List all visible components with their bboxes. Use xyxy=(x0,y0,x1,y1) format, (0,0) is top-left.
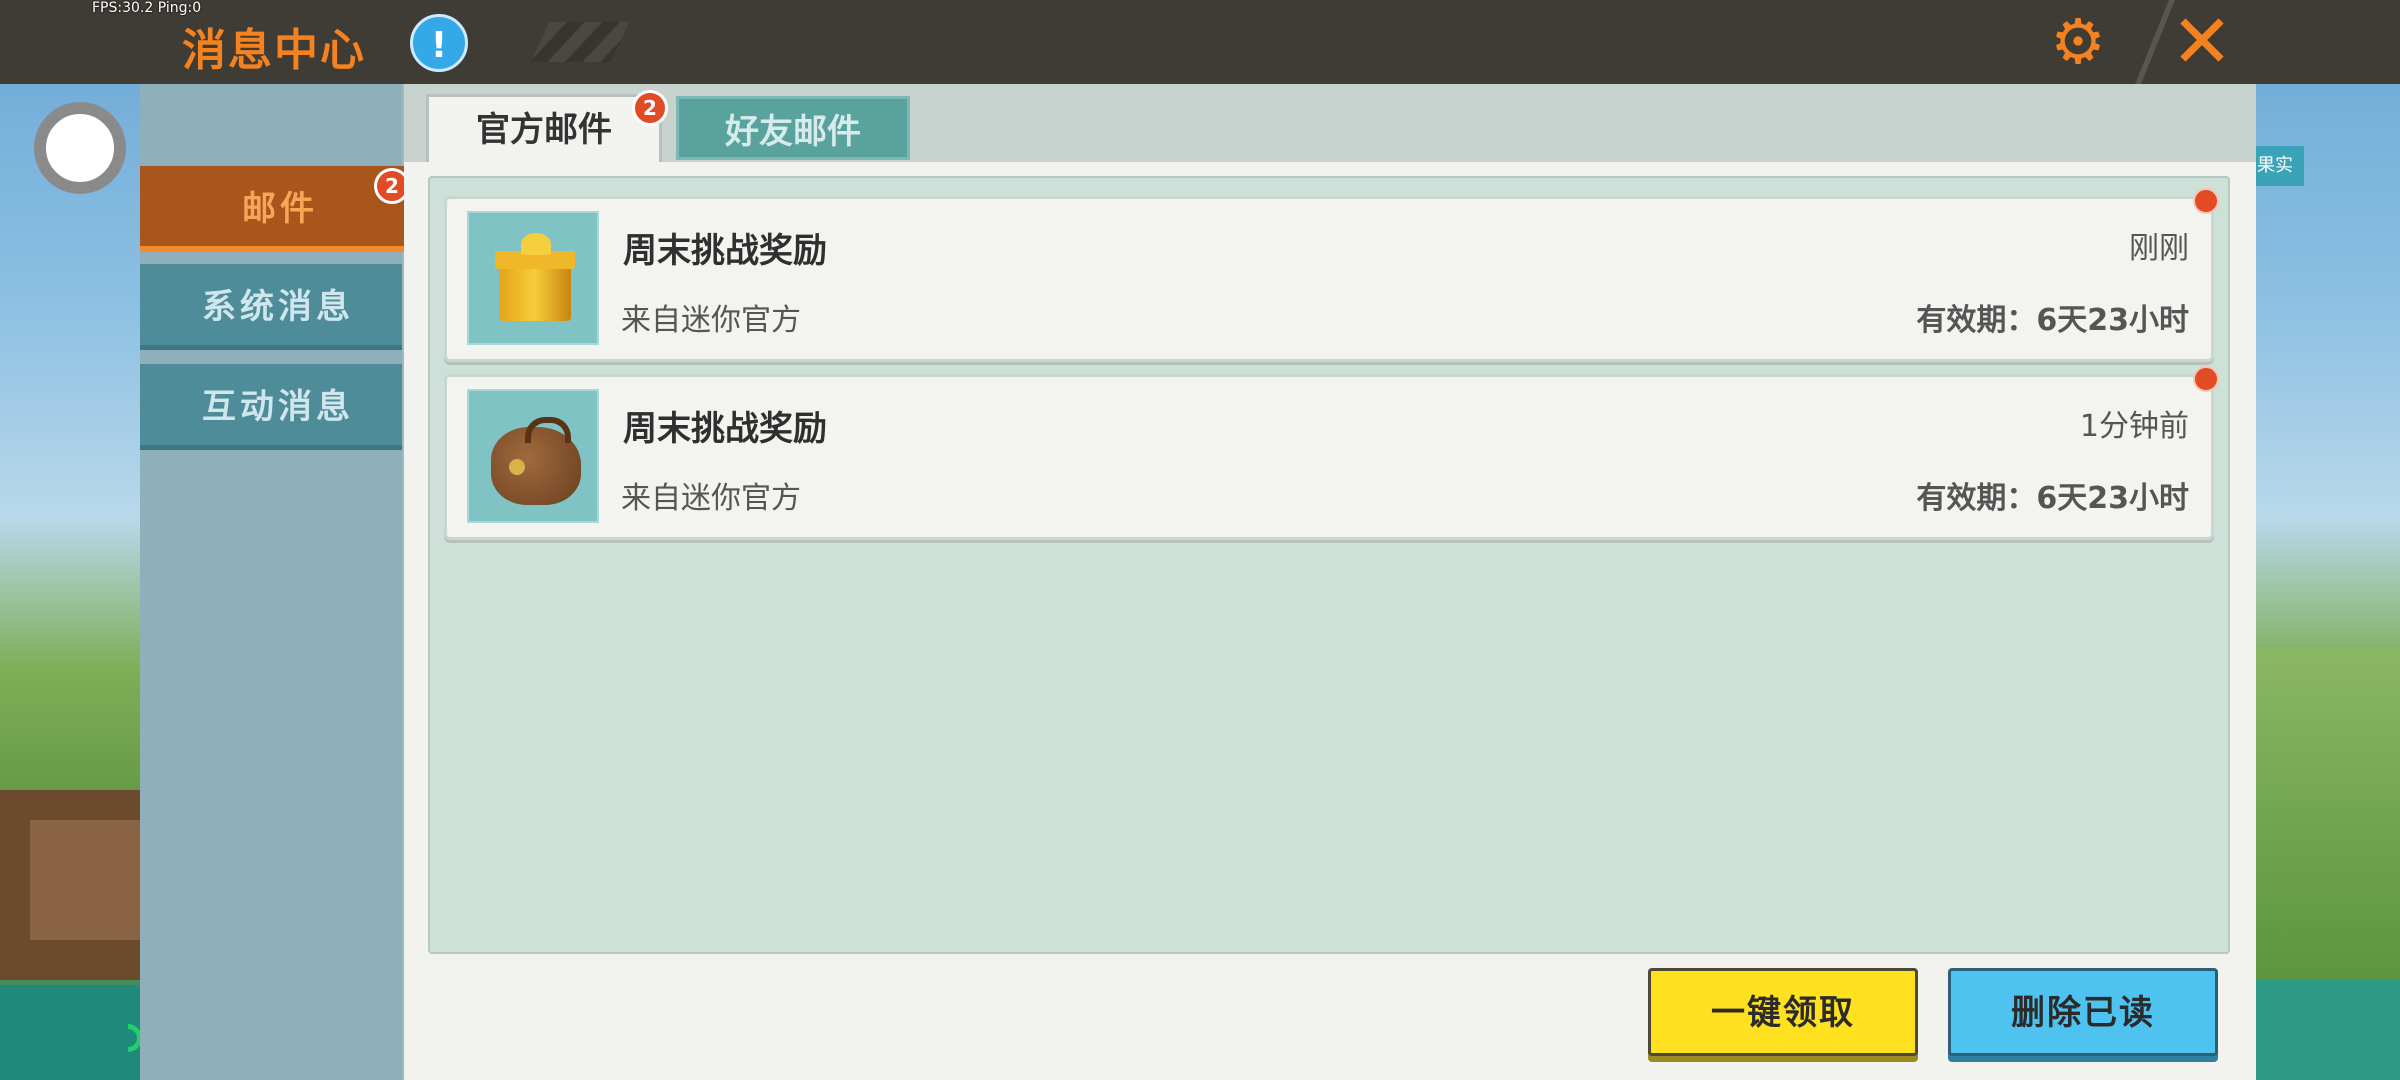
unread-dot xyxy=(2193,366,2219,392)
collect-all-button[interactable]: 一键领取 xyxy=(1648,968,1918,1056)
virtual-joystick[interactable] xyxy=(34,102,126,194)
mail-title: 周末挑战奖励 xyxy=(623,409,827,449)
leather-bag-icon xyxy=(467,389,599,523)
unread-dot xyxy=(2193,188,2219,214)
background-grass-right xyxy=(2255,650,2400,980)
close-icon[interactable]: ✕ xyxy=(2164,4,2240,80)
sidebar-item-interaction-messages[interactable]: 互动消息 xyxy=(140,364,402,450)
delete-read-button[interactable]: 删除已读 xyxy=(1948,968,2218,1056)
gift-box-icon xyxy=(467,211,599,345)
mail-time: 刚刚 xyxy=(2129,231,2189,266)
background-sea-right xyxy=(2255,980,2400,1080)
background-dirt-block-2 xyxy=(30,820,140,940)
info-icon[interactable]: ! xyxy=(410,14,468,72)
mail-title: 周末挑战奖励 xyxy=(623,231,827,271)
mail-sender: 来自迷你官方 xyxy=(621,481,801,516)
tab-friend-mail[interactable]: 好友邮件 xyxy=(676,96,910,160)
mail-expiry: 有效期：6天23小时 xyxy=(1916,303,2189,338)
sidebar-item-system-messages[interactable]: 系统消息 xyxy=(140,264,402,350)
gear-icon[interactable]: ⚙ xyxy=(2046,10,2110,74)
sidebar-item-mail[interactable]: 邮件 xyxy=(140,166,412,252)
mail-sender: 来自迷你官方 xyxy=(621,303,801,338)
mail-expiry: 有效期：6天23小时 xyxy=(1916,481,2189,516)
tab-official-mail[interactable]: 官方邮件 xyxy=(426,94,662,162)
mail-item[interactable]: 周末挑战奖励 来自迷你官方 1分钟前 有效期：6天23小时 xyxy=(444,374,2214,540)
page-title: 消息中心 xyxy=(182,25,366,76)
mail-item[interactable]: 周末挑战奖励 来自迷你官方 刚刚 有效期：6天23小时 xyxy=(444,196,2214,362)
official-mail-count-badge: 2 xyxy=(632,90,668,126)
mail-time: 1分钟前 xyxy=(2079,409,2189,444)
